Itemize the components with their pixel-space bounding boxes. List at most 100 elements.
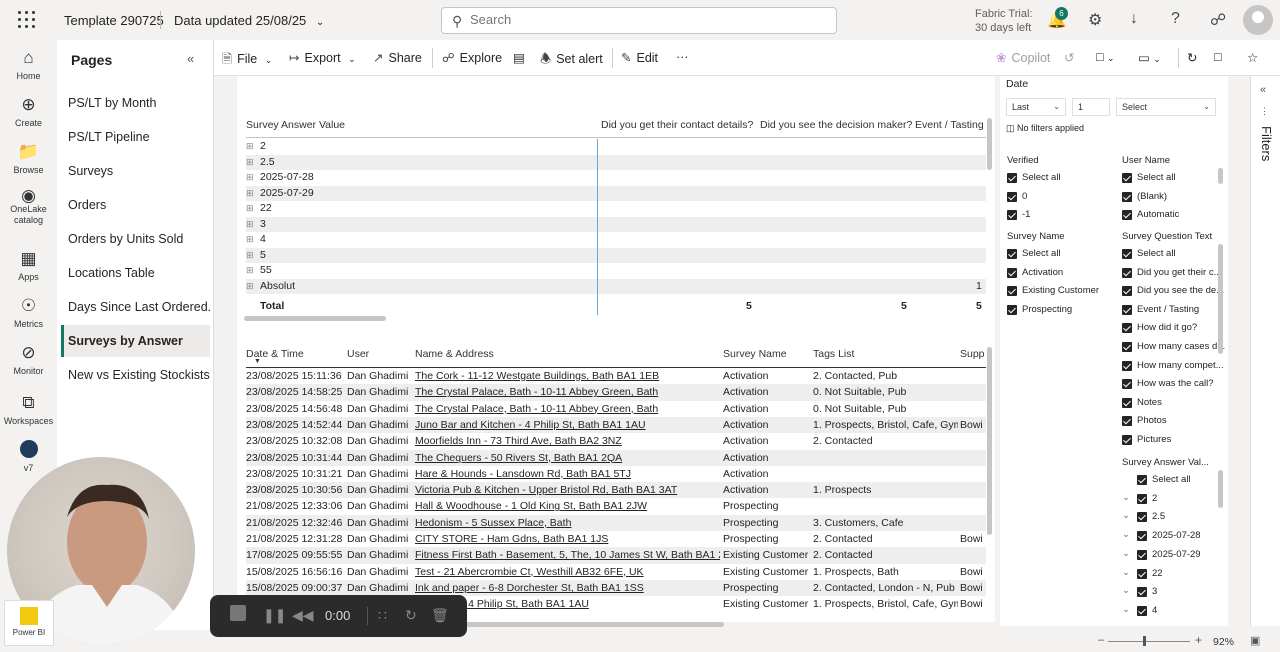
slicer-item-label[interactable]: 2: [1152, 493, 1157, 504]
table-row[interactable]: 23/08/2025 14:52:44 Dan Ghadimi Juno Bar a…: [246, 416, 986, 434]
zoom-slider-track[interactable]: [1108, 641, 1190, 642]
slicer-item-label[interactable]: Prospecting: [1022, 304, 1072, 315]
checkbox[interactable]: [1007, 249, 1017, 259]
copilot-button[interactable]: ❀ Copilot: [996, 50, 1050, 65]
help-icon[interactable]: ?: [1171, 10, 1180, 28]
checkbox[interactable]: [1122, 342, 1132, 352]
expand-plus-icon[interactable]: ⊞: [246, 263, 254, 279]
checkbox[interactable]: [1122, 360, 1132, 371]
table-cell[interactable]: Test - 21 Abercrombie Ct, Westhill AB32 …: [415, 564, 720, 580]
checkbox[interactable]: [1007, 191, 1017, 202]
matrix-row[interactable]: ⊞ 2.5: [246, 154, 986, 170]
slicer-item-label[interactable]: How was the call?: [1137, 378, 1214, 389]
search-input[interactable]: [470, 12, 810, 27]
table-row[interactable]: 23/08/2025 14:56:48 Dan Ghadimi The Crysta…: [246, 401, 986, 417]
pause-icon[interactable]: ❚❚: [263, 607, 286, 624]
table-cell[interactable]: Fitness First Bath - Basement, 5, The, 1…: [415, 547, 720, 563]
table-cell[interactable]: Moorfields Inn - 73 Third Ave, Bath BA2 …: [415, 433, 720, 449]
expand-plus-icon[interactable]: ⊞: [246, 232, 254, 248]
chevron-down-icon[interactable]: ⌄: [1122, 585, 1130, 596]
rail-item-workspace-v7[interactable]: v7: [0, 440, 57, 473]
vertical-scrollbar[interactable]: [987, 118, 992, 170]
horizontal-scrollbar[interactable]: [244, 316, 386, 321]
checkbox[interactable]: [1122, 286, 1132, 297]
matrix-row[interactable]: ⊞ 22: [246, 201, 986, 217]
table-col-header[interactable]: User: [347, 348, 369, 360]
table-col-header[interactable]: Tags List: [813, 348, 854, 360]
checkbox[interactable]: [1007, 210, 1017, 220]
page-item[interactable]: Days Since Last Ordered...: [61, 291, 210, 323]
checkbox[interactable]: [1007, 286, 1017, 296]
chevron-down-icon[interactable]: ⌄: [1122, 548, 1130, 559]
slicer-item-label[interactable]: 2025-07-28: [1152, 530, 1201, 541]
checkbox[interactable]: [1007, 267, 1017, 278]
table-row[interactable]: 23/08/2025 10:30:56 Dan Ghadimi Victoria P…: [246, 482, 986, 499]
slicer-item-label[interactable]: 0: [1022, 191, 1027, 202]
slicer-item-label[interactable]: Activation: [1022, 267, 1063, 278]
matrix-row[interactable]: ⊞ 2025-07-29: [246, 185, 986, 201]
checkbox[interactable]: [1122, 397, 1132, 408]
table-row[interactable]: 17/08/2025 09:55:55 Dan Ghadimi Fitness Fi…: [246, 547, 986, 564]
favorite-star-icon[interactable]: ☆: [1247, 50, 1258, 65]
bookmark-icon[interactable]: □ ⌄: [1096, 50, 1115, 64]
subscribe-icon[interactable]: ▤: [513, 50, 525, 65]
matrix-col-header[interactable]: Did you get their contact details?: [601, 119, 753, 131]
share-people-icon[interactable]: ☍: [1210, 10, 1226, 30]
more-options-button[interactable]: ···: [676, 50, 689, 64]
slicer-item-label[interactable]: Select all: [1022, 172, 1061, 183]
checkbox[interactable]: [1122, 267, 1132, 278]
search-box[interactable]: ⚲: [441, 7, 837, 34]
checkbox[interactable]: [1137, 475, 1147, 485]
rail-item-browse[interactable]: 📁 Browse: [0, 142, 57, 175]
file-menu[interactable]: 🗎 File ⌄: [222, 50, 272, 71]
page-item[interactable]: PS/LT Pipeline: [61, 121, 210, 153]
export-menu[interactable]: ↦ Export ⌄: [289, 50, 356, 65]
expand-plus-icon[interactable]: ⊞: [246, 201, 254, 217]
view-icon[interactable]: ▭ ⌄: [1138, 50, 1161, 65]
table-row[interactable]: 23/08/2025 14:58:25 Dan Ghadimi The Crysta…: [246, 384, 986, 401]
set-alert-button[interactable]: 🕭 Set alert: [540, 50, 603, 71]
page-item[interactable]: Locations Table: [61, 257, 210, 289]
matrix-row[interactable]: ⊞ 5: [246, 247, 986, 264]
rail-item-apps[interactable]: ▦ Apps: [0, 249, 57, 282]
checkbox[interactable]: [1122, 191, 1132, 202]
table-cell[interactable]: Hedonism - 5 Sussex Place, Bath: [415, 515, 720, 531]
page-item[interactable]: New vs Existing Stockists: [61, 359, 210, 391]
table-cell[interactable]: The Crystal Palace, Bath - 10-11 Abbey G…: [415, 401, 720, 417]
rail-item-home[interactable]: ⌂ Home: [0, 48, 57, 81]
stop-button[interactable]: [230, 605, 246, 621]
table-cell[interactable]: Ink and paper - 6-8 Dorchester St, Bath …: [415, 580, 720, 596]
rail-item-metrics[interactable]: ☉ Metrics: [0, 296, 57, 329]
expand-plus-icon[interactable]: ⊞: [246, 248, 254, 264]
collapse-icon[interactable]: «: [187, 51, 194, 66]
slicer-item-label[interactable]: Notes: [1137, 397, 1162, 408]
table-row[interactable]: 21/08/2025 12:33:06 Dan Ghadimi Hall & Woo…: [246, 498, 986, 514]
table-row[interactable]: 23/08/2025 10:31:44 Dan Ghadimi The Cheque…: [246, 449, 986, 466]
slicer-item-label[interactable]: How did it go?: [1137, 322, 1197, 333]
checkbox[interactable]: [1122, 435, 1132, 445]
slicer-item-label[interactable]: Select all: [1137, 172, 1176, 183]
table-row[interactable]: 23/08/2025 10:31:21 Dan Ghadimi Hare & Hou…: [246, 466, 986, 482]
horizontal-scrollbar[interactable]: [466, 622, 724, 627]
power-bi-taskbar-item[interactable]: Power BI: [4, 600, 54, 646]
chevron-down-icon[interactable]: ⌄: [1122, 492, 1130, 503]
table-row[interactable]: 15/08/2025 09:00:37 Dan Ghadimi Ink and pa…: [246, 579, 986, 597]
checkbox[interactable]: [1137, 493, 1147, 504]
table-cell[interactable]: Hall & Woodhouse - 1 Old King St, Bath B…: [415, 498, 720, 514]
explore-button[interactable]: ☍ Explore: [442, 50, 502, 65]
table-row[interactable]: 23/08/2025 15:11:36 Dan Ghadimi The Cork -…: [246, 368, 986, 384]
user-avatar[interactable]: [1243, 5, 1273, 35]
expand-icon[interactable]: «: [1260, 84, 1266, 96]
page-item[interactable]: Orders: [61, 189, 210, 221]
page-item[interactable]: Orders by Units Sold: [61, 223, 210, 255]
filters-pane-collapsed[interactable]: « ⋮ Filters: [1250, 76, 1280, 626]
slicer-item-label[interactable]: Event / Tasting: [1137, 304, 1199, 315]
slicer-scrollbar[interactable]: [1218, 470, 1223, 508]
checkbox[interactable]: [1137, 549, 1147, 560]
checkbox[interactable]: [1122, 416, 1132, 427]
slicer-item-label[interactable]: Photos: [1137, 415, 1167, 426]
matrix-row[interactable]: ⊞ 55: [246, 263, 986, 279]
table-col-header[interactable]: Survey Name: [723, 348, 787, 360]
restart-icon[interactable]: ↻: [405, 607, 417, 624]
table-col-header[interactable]: Supp: [960, 348, 985, 360]
